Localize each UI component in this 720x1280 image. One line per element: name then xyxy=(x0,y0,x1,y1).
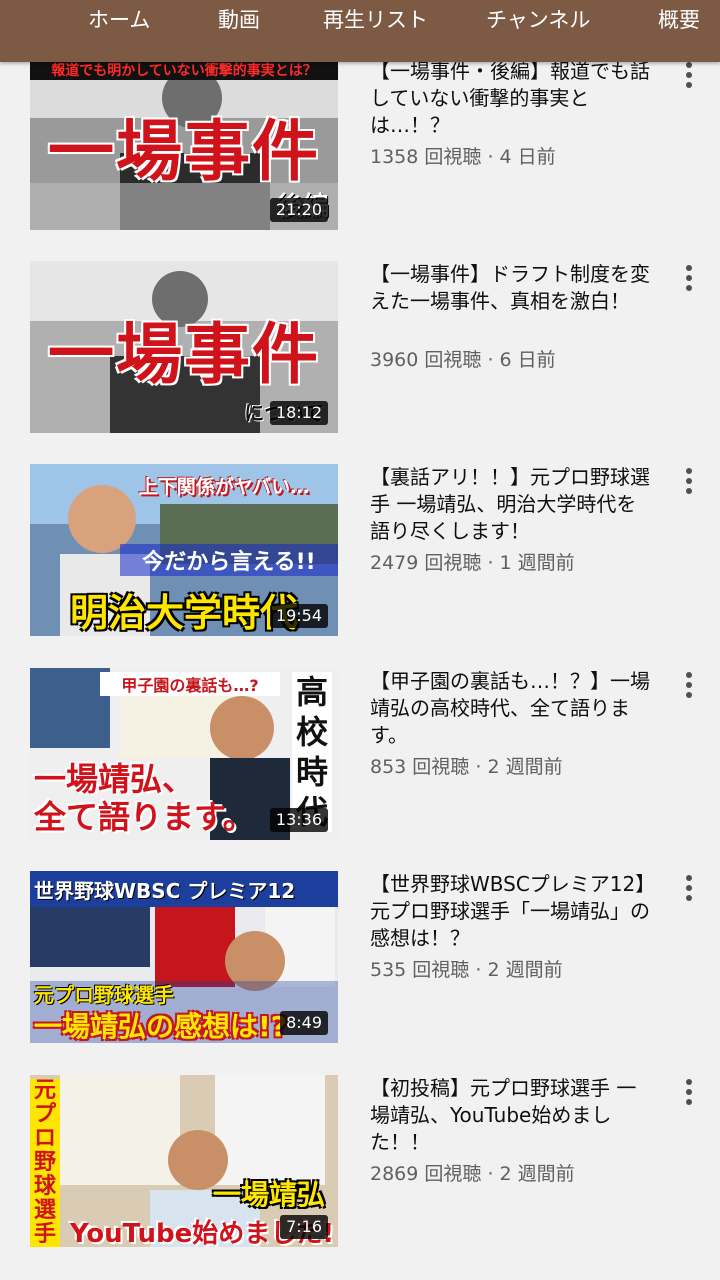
more-options-icon[interactable] xyxy=(676,261,702,295)
video-meta: 1358 回視聴 · 4 日前 xyxy=(370,146,556,168)
video-duration: 21:20 xyxy=(269,198,328,222)
video-item[interactable]: 元プロ野球選手 一場靖弘 YouTube始めました! 7:16 【初投稿】元プロ… xyxy=(0,1075,720,1250)
video-thumbnail[interactable]: 上下関係がヤバい… 今だから言える!! 明治大学時代 19:54 xyxy=(30,464,338,636)
thumbnail-caption-main: 一場靖弘 xyxy=(212,1178,325,1211)
view-count: 1358 回視聴 xyxy=(370,146,482,168)
upload-age: 2 週間前 xyxy=(487,959,563,981)
thumbnail-caption-main: 一場事件 xyxy=(48,316,320,393)
view-count: 535 回視聴 xyxy=(370,959,470,981)
thumbnail-caption-main: 一場事件 xyxy=(48,113,320,190)
tab-videos[interactable]: 動画 xyxy=(218,6,260,34)
video-duration: 19:54 xyxy=(269,604,328,628)
tab-home[interactable]: ホーム xyxy=(88,6,150,34)
upload-age: 1 週間前 xyxy=(499,552,575,574)
thumbnail-caption-main-2: 全て語ります。 xyxy=(34,798,255,836)
video-meta: 535 回視聴 · 2 週間前 xyxy=(370,959,563,981)
video-duration: 7:16 xyxy=(280,1215,328,1239)
more-options-icon[interactable] xyxy=(676,668,702,702)
video-thumbnail[interactable]: 世界野球WBSC プレミア12 元プロ野球選手 一場靖弘の感想は!? 8:49 xyxy=(30,871,338,1043)
video-item[interactable]: 上下関係がヤバい… 今だから言える!! 明治大学時代 19:54 【裏話アリ！！… xyxy=(0,464,720,639)
video-meta: 3960 回視聴 · 6 日前 xyxy=(370,349,556,371)
view-count: 3960 回視聴 xyxy=(370,349,482,371)
video-duration: 8:49 xyxy=(280,1011,328,1035)
video-title[interactable]: 【甲子園の裏話も…！？】一場靖弘の高校時代、全て語ります。 xyxy=(370,668,650,749)
tab-channels[interactable]: チャンネル xyxy=(486,6,590,34)
thumbnail-caption-top: 上下関係がヤバい… xyxy=(138,476,310,498)
thumbnail-caption-top: 世界野球WBSC プレミア12 xyxy=(34,879,296,903)
tab-about[interactable]: 概要 xyxy=(658,6,700,34)
video-meta: 853 回視聴 · 2 週間前 xyxy=(370,756,563,778)
thumbnail-caption-sub: 今だから言える!! xyxy=(120,544,338,576)
video-duration: 18:12 xyxy=(269,401,328,425)
video-title[interactable]: 【初投稿】元プロ野球選手 一場靖弘、YouTube始めました！！ xyxy=(370,1075,650,1156)
video-item[interactable]: 報道でも明かしていない衝撃的事実とは？ 一場事件 後編 21:20 【一場事件・… xyxy=(0,58,720,233)
thumbnail-caption-top: 甲子園の裏話も…? xyxy=(100,672,280,696)
video-title[interactable]: 【一場事件・後編】報道でも話していない衝撃的事実とは…！？ xyxy=(370,58,650,139)
tab-playlists[interactable]: 再生リスト xyxy=(323,6,428,34)
video-item[interactable]: 世界野球WBSC プレミア12 元プロ野球選手 一場靖弘の感想は!? 8:49 … xyxy=(0,871,720,1046)
upload-age: 4 日前 xyxy=(499,146,556,168)
video-title[interactable]: 【一場事件】ドラフト制度を変えた一場事件、真相を激白！ xyxy=(370,261,650,315)
thumbnail-caption-top: 報道でも明かしていない衝撃的事実とは？ xyxy=(30,60,338,80)
view-count: 853 回視聴 xyxy=(370,756,470,778)
video-duration: 13:36 xyxy=(269,808,328,832)
view-count: 2869 回視聴 xyxy=(370,1163,482,1185)
thumbnail-caption-side: 元プロ野球選手 xyxy=(30,1079,60,1247)
video-meta: 2869 回視聴 · 2 週間前 xyxy=(370,1163,575,1185)
video-thumbnail[interactable]: 甲子園の裏話も…? 一場靖弘、 全て語ります。 高校時代 13:36 xyxy=(30,668,338,840)
video-title[interactable]: 【世界野球WBSCプレミア12】元プロ野球選手「一場靖弘」の感想は！？ xyxy=(370,871,650,952)
video-thumbnail[interactable]: 報道でも明かしていない衝撃的事実とは？ 一場事件 後編 21:20 xyxy=(30,58,338,230)
more-options-icon[interactable] xyxy=(676,58,702,92)
video-title[interactable]: 【裏話アリ！！】元プロ野球選手 一場靖弘、明治大学時代を語り尽くします！ xyxy=(370,464,650,545)
more-options-icon[interactable] xyxy=(676,871,702,905)
video-item[interactable]: 甲子園の裏話も…? 一場靖弘、 全て語ります。 高校時代 13:36 【甲子園の… xyxy=(0,668,720,843)
video-thumbnail[interactable]: 元プロ野球選手 一場靖弘 YouTube始めました! 7:16 xyxy=(30,1075,338,1247)
video-thumbnail[interactable]: 一場事件 について 18:12 xyxy=(30,261,338,433)
thumbnail-caption-sub: 元プロ野球選手 xyxy=(34,983,174,1007)
more-options-icon[interactable] xyxy=(676,1075,702,1109)
upload-age: 2 週間前 xyxy=(487,756,563,778)
video-meta: 2479 回視聴 · 1 週間前 xyxy=(370,552,575,574)
upload-age: 6 日前 xyxy=(499,349,556,371)
channel-tab-bar: ホーム 動画 再生リスト チャンネル 概要 xyxy=(0,0,720,62)
video-item[interactable]: 一場事件 について 18:12 【一場事件】ドラフト制度を変えた一場事件、真相を… xyxy=(0,261,720,436)
more-options-icon[interactable] xyxy=(676,464,702,498)
upload-age: 2 週間前 xyxy=(499,1163,575,1185)
view-count: 2479 回視聴 xyxy=(370,552,482,574)
